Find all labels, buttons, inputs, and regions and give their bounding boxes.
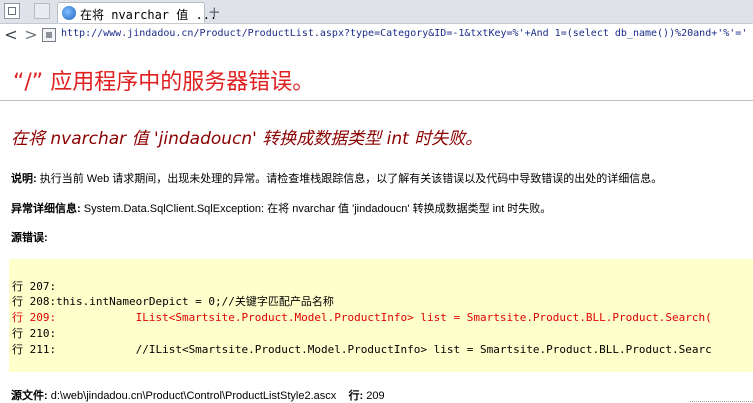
active-tab[interactable]: 在将 nvarchar 值 ... [57,2,217,23]
line-label: 行: [348,390,364,402]
tab-title: 在将 nvarchar 值 ... [80,8,218,22]
code-line: 行 211: //IList<Smartsite.Product.Model.P… [12,343,712,356]
code-line: 行 208:this.intNameorDepict = 0;//关键字匹配产品… [12,295,334,308]
page-icon [42,28,56,42]
source-label: 源错误: [11,232,48,244]
description-line: 说明: 执行当前 Web 请求期间，出现未处理的异常。请检查堆栈跟踪信息，以了解… [11,170,662,186]
blank-tab-button[interactable] [34,3,50,19]
error-page: “/” 应用程序中的服务器错误。 在将 nvarchar 值 'jindadou… [0,46,753,402]
back-button[interactable]: < [2,24,20,46]
source-file-path: d:\web\jindadou.cn\Product\Control\Produ… [47,390,337,402]
exception-text: System.Data.SqlClient.SqlException: 在将 n… [80,203,552,215]
line-number: 209 [363,390,385,402]
code-line: 行 210: [12,327,57,340]
tab-bar: 在将 nvarchar 值 ... + [0,0,753,23]
browser-chrome: 在将 nvarchar 值 ... + < > http://www.jinda… [0,0,753,46]
source-error-line: 源错误: [11,229,48,245]
address-bar[interactable]: http://www.jindadou.cn/Product/ProductLi… [61,28,747,39]
source-code-block: 行 207: 行 208:this.intNameorDepict = 0;//… [9,259,753,372]
navigation-bar: < > http://www.jindadou.cn/Product/Produ… [0,23,753,46]
description-text: 执行当前 Web 请求期间，出现未处理的异常。请检查堆栈跟踪信息，以了解有关该错… [36,173,663,185]
error-title: 在将 nvarchar 值 'jindadoucn' 转换成数据类型 int 时… [11,129,483,149]
description-label: 说明: [11,173,37,185]
divider [0,100,753,101]
globe-icon [62,6,76,20]
tab-list-button[interactable] [4,3,20,19]
exception-label: 异常详细信息: [11,203,81,215]
new-tab-button[interactable]: + [208,3,221,21]
error-code-line: 行 209: IList<Smartsite.Product.Model.Pro… [12,311,712,324]
forward-button[interactable]: > [22,24,40,46]
page-heading: “/” 应用程序中的服务器错误。 [13,70,315,95]
exception-line: 异常详细信息: System.Data.SqlClient.SqlExcepti… [11,200,551,216]
code-line: 行 207: [12,280,57,293]
source-file-label: 源文件: [11,390,48,402]
